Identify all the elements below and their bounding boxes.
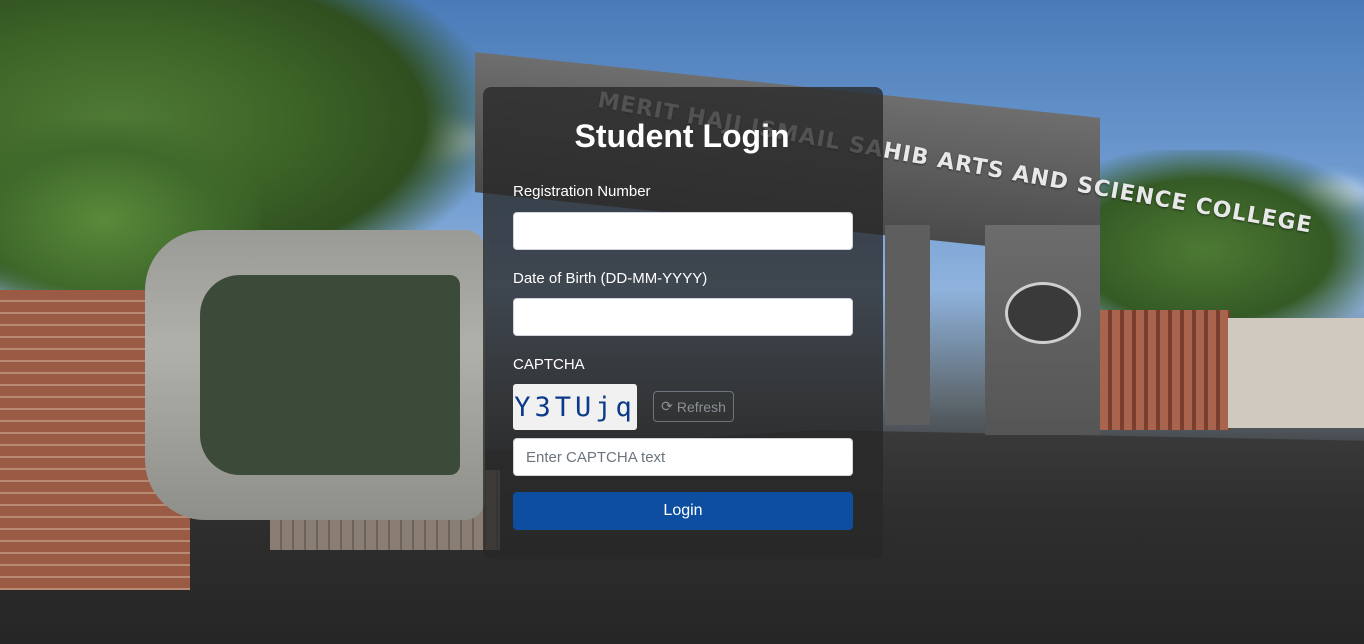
college-emblem <box>1005 282 1081 344</box>
plain-wall-right <box>1228 318 1364 428</box>
background-scene: MERIT HAJI ISMAIL SAHIB ARTS AND SCIENCE… <box>0 0 1364 644</box>
captcha-input[interactable] <box>513 438 853 476</box>
captcha-label: CAPTCHA <box>513 356 585 373</box>
refresh-captcha-button[interactable]: ⟳ Refresh <box>653 391 734 422</box>
registration-number-input[interactable] <box>513 212 853 250</box>
refresh-button-label: Refresh <box>676 398 726 415</box>
date-of-birth-label: Date of Birth (DD-MM-YYYY) <box>513 270 708 287</box>
date-of-birth-input[interactable] <box>513 298 853 336</box>
registration-number-label: Registration Number <box>513 183 651 200</box>
gate-pillar-inner <box>885 225 930 425</box>
refresh-icon: ⟳ <box>661 398 673 414</box>
brick-wall-right <box>1100 310 1230 430</box>
entrance-arch-opening <box>200 275 460 475</box>
captcha-image: Y3TUjq <box>513 384 637 430</box>
login-button[interactable]: Login <box>513 492 853 530</box>
